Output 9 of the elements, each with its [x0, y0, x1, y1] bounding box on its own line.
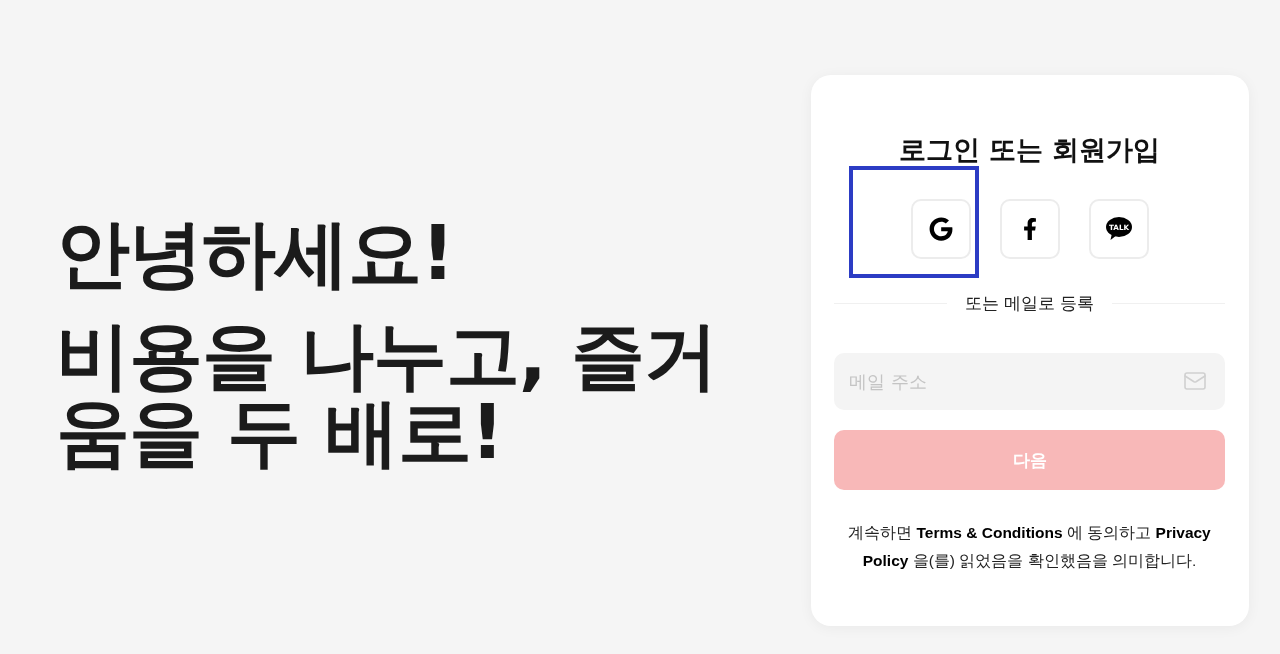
social-login-button[interactable]	[999, 199, 1060, 259]
mail-icon	[1183, 369, 1207, 393]
g-logo-icon	[928, 217, 953, 241]
social-login-button[interactable]	[910, 199, 971, 259]
card-title: 로그인 또는 회원가입	[898, 133, 1161, 167]
tagline-heading: 비용을 나누고, 즐거움을 두 배로!	[56, 317, 718, 471]
terms-text: 계속하면 Terms & Conditions 에 동의하고 Privacy Policy 을(를) 읽었음을 확인했음을 의미합니다.	[847, 523, 1212, 571]
divider-text: 또는 메일로 등록	[964, 292, 1095, 315]
greeting-heading: 안녕하세요!	[56, 215, 454, 292]
